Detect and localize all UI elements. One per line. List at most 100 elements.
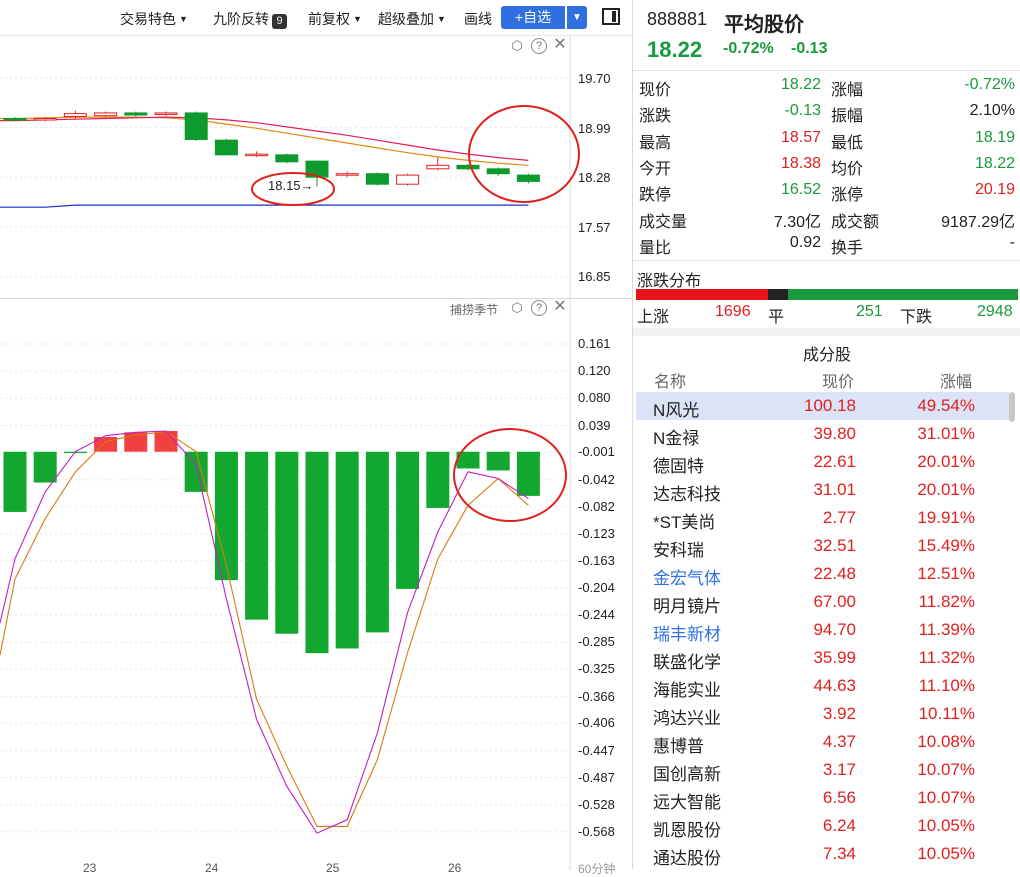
- constituent-row[interactable]: 鸿达兴业 3.92 10.11%: [636, 700, 1009, 728]
- y-tick: -0.042: [578, 471, 615, 487]
- close-icon[interactable]: ✕: [552, 37, 568, 53]
- flat-count: 251: [856, 303, 883, 320]
- constituent-row[interactable]: 达志科技 31.01 20.01%: [636, 476, 1009, 504]
- constituent-name: 惠博普: [653, 737, 704, 756]
- constituent-row[interactable]: 惠博普 4.37 10.08%: [636, 728, 1009, 756]
- quote-value: -0.13: [784, 102, 821, 120]
- constituent-price: 22.48: [813, 564, 856, 583]
- nine-turn-menu[interactable]: 九阶反转 9: [213, 9, 287, 29]
- help-icon[interactable]: ?: [531, 38, 547, 54]
- constituent-price: 100.18: [804, 396, 856, 415]
- constituent-row[interactable]: 海能实业 44.63 11.10%: [636, 672, 1009, 700]
- constituent-name: 联盛化学: [653, 653, 721, 672]
- col-name-header[interactable]: 名称: [654, 368, 686, 392]
- scrollbar[interactable]: [1009, 392, 1015, 422]
- quote-row: 成交量 7.30亿 成交额 9187.29亿: [633, 205, 1020, 231]
- constituent-row[interactable]: 明月镜片 67.00 11.82%: [636, 588, 1009, 616]
- constituent-name: N金禄: [653, 429, 700, 448]
- constituent-price: 3.17: [822, 760, 856, 779]
- constituent-price: 39.80: [813, 424, 856, 443]
- distribution-title: 涨跌分布: [637, 273, 702, 290]
- constituent-change: 10.08%: [917, 732, 975, 751]
- candle: [184, 112, 208, 140]
- divider: [633, 70, 1020, 71]
- time-label: 25: [326, 861, 340, 875]
- close-icon[interactable]: ✕: [552, 299, 568, 315]
- col-price-header[interactable]: 现价: [822, 368, 854, 392]
- constituent-price: 6.24: [822, 816, 856, 835]
- osc-bar: [184, 451, 208, 492]
- quote-label: 涨跌: [639, 108, 672, 126]
- constituent-name: N风光: [653, 401, 700, 420]
- candle: [3, 118, 27, 121]
- osc-bar: [3, 451, 27, 512]
- oscillator-pane[interactable]: 捕捞季节 ⬡ ? ✕ 0.161 0.120 0.080 0.039 -0.001 -0.…: [0, 298, 632, 876]
- constituent-name: 鸿达兴业: [653, 709, 721, 728]
- adjust-rights-menu[interactable]: 前复权 ▼: [308, 9, 362, 29]
- favorite-dropdown-button[interactable]: ▼: [567, 6, 587, 29]
- settings-hex-icon[interactable]: ⬡: [509, 300, 525, 316]
- quote-label: 今开: [639, 160, 672, 178]
- y-tick: -0.366: [578, 688, 615, 704]
- y-tick: 0.080: [578, 390, 611, 406]
- constituent-change: 10.07%: [917, 788, 975, 807]
- quote-label: 成交量: [639, 213, 688, 231]
- constituent-row[interactable]: 安科瑞 32.51 15.49%: [636, 532, 1009, 560]
- constituent-row[interactable]: N金禄 39.80 31.01%: [636, 420, 1009, 448]
- col-pct-header[interactable]: 涨幅: [940, 368, 972, 392]
- constituent-name: 安科瑞: [653, 541, 704, 560]
- constituent-row[interactable]: 凯恩股份 6.24 10.05%: [636, 812, 1009, 840]
- candle: [124, 112, 148, 116]
- constituent-row[interactable]: N风光 100.18 49.54%: [636, 392, 1009, 420]
- constituent-row[interactable]: 德固特 22.61 20.01%: [636, 448, 1009, 476]
- super-overlay-menu[interactable]: 超级叠加 ▼: [378, 9, 446, 29]
- layout-toggle-icon[interactable]: [602, 8, 620, 25]
- constituent-change: 20.01%: [917, 452, 975, 471]
- osc-bar: [486, 451, 510, 471]
- constituent-name: 达志科技: [653, 485, 721, 504]
- nine-badge: 9: [272, 14, 287, 29]
- constituent-price: 31.01: [813, 480, 856, 499]
- candle: [154, 112, 178, 115]
- constituent-row[interactable]: 联盛化学 35.99 11.32%: [636, 644, 1009, 672]
- constituent-row[interactable]: 远大智能 6.56 10.07%: [636, 784, 1009, 812]
- quote-panel: 888881 平均股价 18.22 -0.72% -0.13 现价 18.22 涨幅…: [632, 0, 1020, 869]
- indicator-label[interactable]: 捕捞季节: [450, 301, 498, 318]
- constituent-name: 明月镜片: [653, 597, 721, 616]
- quote-value: 18.19: [974, 128, 1015, 146]
- quote-row: 现价 18.22 涨幅 -0.72%: [633, 73, 1020, 99]
- constituent-name: 德固特: [653, 457, 704, 476]
- constituent-row[interactable]: 国创高新 3.17 10.07%: [636, 756, 1009, 784]
- stock-name: 平均股价: [724, 14, 804, 36]
- ma-line-blue: [0, 204, 529, 208]
- y-tick: 0.161: [578, 336, 611, 351]
- draw-line-button[interactable]: 画线: [464, 9, 492, 29]
- constituent-change: 11.32%: [918, 648, 975, 667]
- settings-hex-icon[interactable]: ⬡: [509, 38, 525, 54]
- y-tick: -0.082: [578, 498, 615, 514]
- quote-label: 成交额: [831, 213, 880, 231]
- candle: [94, 112, 118, 117]
- quote-value: 16.52: [780, 181, 821, 199]
- y-tick: -0.325: [578, 661, 615, 677]
- divider: [633, 260, 1020, 261]
- up-label: 上涨: [637, 309, 670, 326]
- quote-value: 18.22: [974, 154, 1015, 172]
- constituent-row[interactable]: *ST美尚 2.77 19.91%: [636, 504, 1009, 532]
- help-icon[interactable]: ?: [531, 300, 547, 316]
- trade-features-menu[interactable]: 交易特色 ▼: [120, 9, 188, 29]
- constituent-row[interactable]: 通达股份 7.34 10.05%: [636, 840, 1009, 868]
- add-favorite-button[interactable]: +自选: [501, 6, 565, 29]
- constituent-row[interactable]: 瑞丰新材 94.70 11.39%: [636, 616, 1009, 644]
- price-chart-pane[interactable]: ⬡ ? ✕ 19.70 18.99 18.28 17.57 16.85 18.1…: [0, 36, 632, 298]
- quote-value: 9187.29亿: [941, 213, 1015, 231]
- distribution-down-segment: [788, 289, 1018, 300]
- constituent-name: 凯恩股份: [653, 821, 721, 840]
- candle: [245, 153, 269, 157]
- constituent-row[interactable]: 金宏气体 22.48 12.51%: [636, 560, 1009, 588]
- quote-value: -0.72%: [964, 76, 1015, 93]
- constituent-change: 11.39%: [918, 620, 975, 639]
- down-label: 下跌: [900, 309, 933, 326]
- constituent-change: 10.05%: [917, 844, 975, 863]
- constituent-change: 12.51%: [917, 564, 975, 583]
